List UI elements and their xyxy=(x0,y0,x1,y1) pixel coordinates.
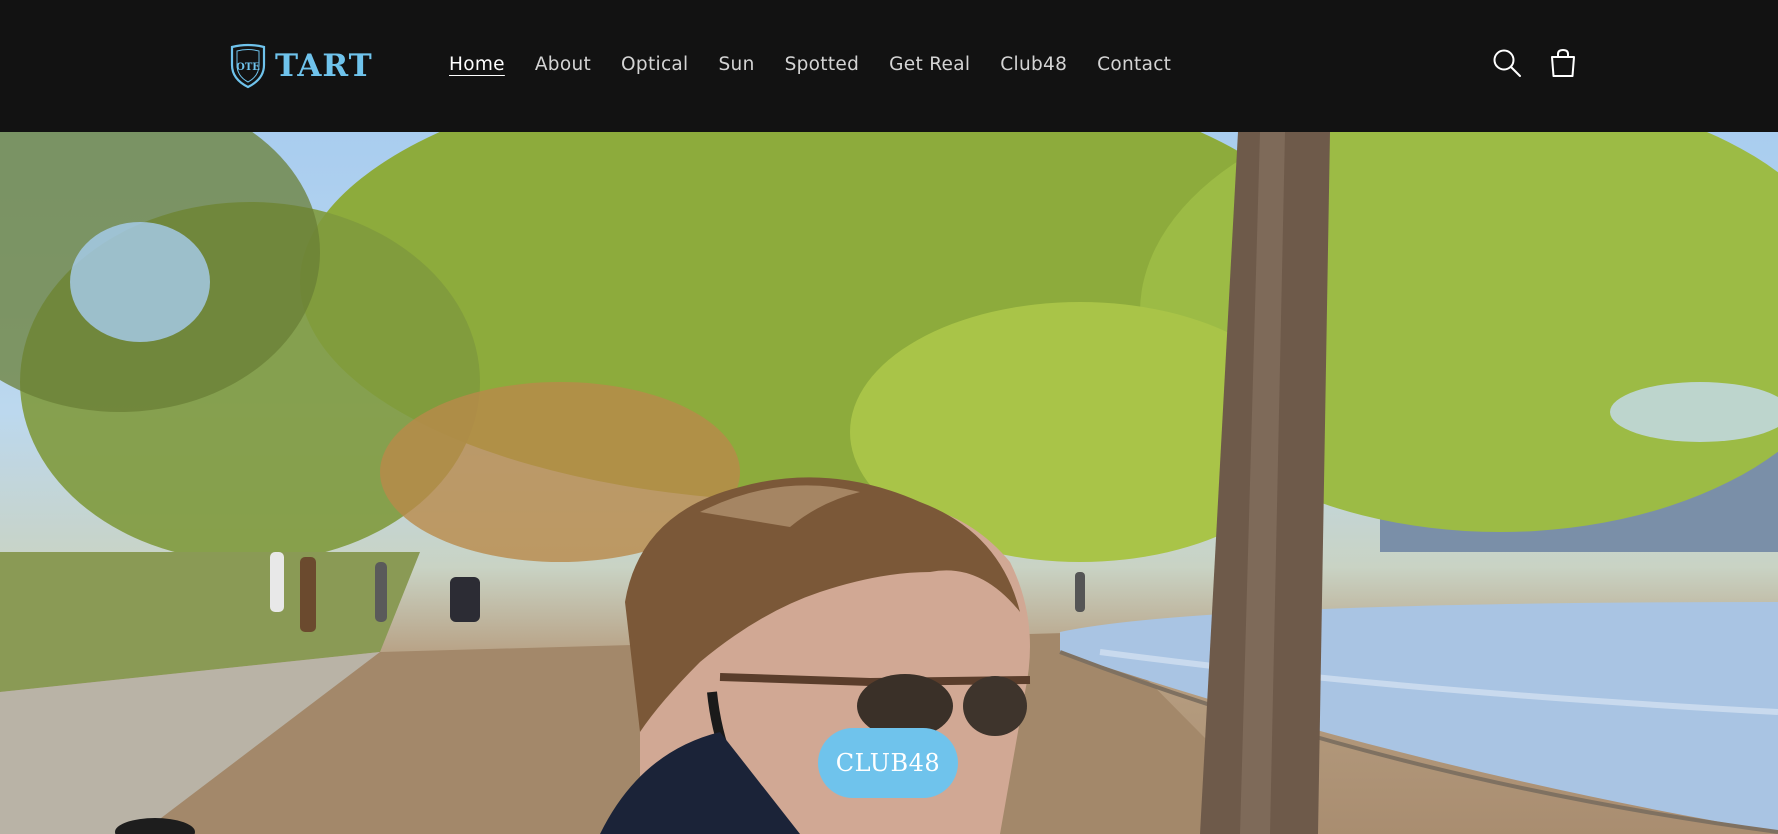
nav-item-home[interactable]: Home xyxy=(449,50,505,80)
nav-item-sun[interactable]: Sun xyxy=(719,50,755,80)
nav-item-about[interactable]: About xyxy=(535,50,591,80)
search-icon[interactable] xyxy=(1490,46,1524,80)
nav-item-spotted[interactable]: Spotted xyxy=(785,50,860,80)
nav-item-contact[interactable]: Contact xyxy=(1097,50,1171,80)
club48-button[interactable]: CLUB48 xyxy=(818,728,958,798)
cart-icon[interactable] xyxy=(1546,46,1580,80)
nav-item-get-real[interactable]: Get Real xyxy=(889,50,970,80)
site-header: OTE TART Home About Optical Sun Spotted … xyxy=(0,0,1778,132)
nav-item-club48[interactable]: Club48 xyxy=(1000,50,1067,80)
logo-text: TART xyxy=(275,47,373,84)
nav-item-optical[interactable]: Optical xyxy=(621,50,688,80)
logo-mark-text: OTE xyxy=(236,62,260,73)
shield-logo-icon: OTE xyxy=(230,43,266,89)
main-navigation: Home About Optical Sun Spotted Get Real … xyxy=(449,50,1201,80)
site-logo[interactable]: OTE TART xyxy=(229,43,373,89)
